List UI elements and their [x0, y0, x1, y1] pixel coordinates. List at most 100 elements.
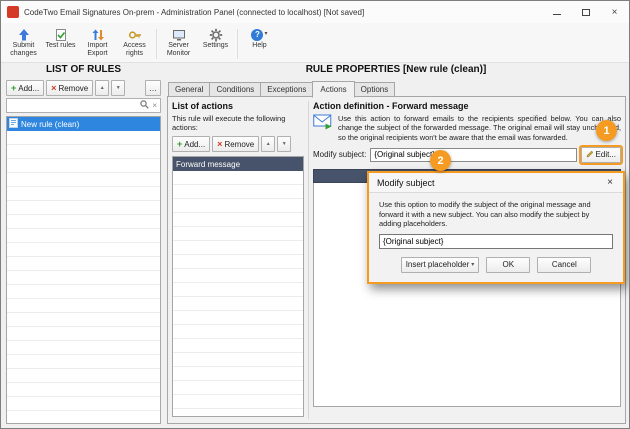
properties-tabs: General Conditions Exceptions Actions Op…: [168, 81, 394, 97]
remove-rule-button[interactable]: × Remove: [46, 80, 93, 96]
cancel-label: Cancel: [552, 260, 577, 269]
chevron-down-icon: ▾: [264, 31, 267, 39]
minimize-button[interactable]: [542, 1, 571, 23]
maximize-icon: [582, 9, 590, 16]
rules-search-box: ×: [6, 98, 161, 113]
toolbar-separator: [156, 29, 157, 59]
server-monitor-icon: [172, 27, 186, 42]
move-rule-up-button[interactable]: ▲: [95, 80, 109, 96]
toolbar-submit-changes[interactable]: Submit changes: [5, 25, 42, 57]
up-arrow-icon: ▲: [266, 141, 271, 147]
more-options-button[interactable]: …: [145, 80, 161, 96]
actions-list-panel: List of actions This rule will execute t…: [172, 101, 304, 152]
action-row-selected[interactable]: Forward message: [173, 157, 303, 171]
toolbar-label: Test rules: [46, 42, 76, 50]
toolbar-help[interactable]: ? ▾ Help: [241, 25, 278, 50]
dialog-description: Use this option to modify the subject of…: [379, 200, 613, 229]
properties-section-title: RULE PROPERTIES [New rule (clean)]: [166, 64, 626, 75]
add-action-button[interactable]: + Add...: [172, 136, 210, 152]
tab-options[interactable]: Options: [354, 82, 396, 97]
plus-icon: +: [11, 83, 16, 93]
dialog-title-bar[interactable]: Modify subject ×: [369, 173, 623, 193]
tab-conditions[interactable]: Conditions: [209, 82, 261, 97]
forward-envelope-icon: [313, 114, 333, 142]
action-name: Forward message: [176, 160, 240, 169]
remove-rule-label: Remove: [58, 84, 88, 93]
toolbar-settings[interactable]: Settings: [197, 25, 234, 50]
toolbar-label: Access rights: [116, 42, 153, 57]
step-2-badge: 2: [430, 150, 451, 171]
cancel-button[interactable]: Cancel: [537, 257, 591, 273]
toolbar-label: Settings: [203, 42, 228, 50]
modify-subject-value[interactable]: [370, 148, 576, 162]
dialog-close-button[interactable]: ×: [597, 173, 623, 192]
edit-subject-button[interactable]: Edit...: [581, 147, 621, 163]
cross-icon: ×: [217, 139, 222, 149]
modify-subject-dialog: Modify subject × Use this option to modi…: [367, 171, 625, 284]
subject-input[interactable]: [379, 234, 613, 249]
close-button[interactable]: ×: [600, 1, 629, 23]
search-input[interactable]: [10, 101, 137, 110]
window-controls: ×: [542, 1, 629, 23]
step-1-badge: 1: [596, 120, 617, 141]
title-bar[interactable]: CodeTwo Email Signatures On-prem - Admin…: [1, 1, 629, 23]
close-icon: ×: [612, 7, 618, 18]
rule-name: New rule (clean): [21, 120, 79, 129]
move-action-down-button[interactable]: ▼: [277, 136, 291, 152]
toolbar-label: Help: [252, 42, 266, 50]
down-arrow-icon: ▼: [282, 141, 287, 147]
add-rule-label: Add...: [18, 84, 39, 93]
import-export-icon: [91, 27, 105, 42]
close-icon: ×: [607, 177, 613, 188]
plus-icon: +: [177, 139, 182, 149]
test-rules-icon: [54, 27, 68, 42]
chevron-down-icon: ▾: [471, 261, 474, 268]
move-action-up-button[interactable]: ▲: [261, 136, 275, 152]
tab-exceptions[interactable]: Exceptions: [260, 82, 313, 97]
main-toolbar: Submit changes Test rules Import Export …: [1, 23, 629, 63]
insert-placeholder-button[interactable]: Insert placeholder ▾: [401, 257, 480, 273]
clear-search-icon[interactable]: ×: [152, 101, 157, 110]
add-action-label: Add...: [184, 140, 205, 149]
insert-placeholder-label: Insert placeholder: [406, 260, 470, 269]
actions-list-description: This rule will execute the following act…: [172, 114, 304, 132]
app-window: CodeTwo Email Signatures On-prem - Admin…: [0, 0, 630, 429]
action-definition-info: Use this action to forward emails to the…: [313, 114, 621, 142]
remove-action-label: Remove: [224, 140, 254, 149]
pencil-icon: [586, 150, 594, 160]
toolbar-label: Server Monitor: [160, 42, 197, 57]
add-rule-button[interactable]: + Add...: [6, 80, 44, 96]
dialog-buttons: Insert placeholder ▾ OK Cancel: [379, 257, 613, 273]
rules-list[interactable]: New rule (clean): [6, 116, 161, 424]
dialog-title: Modify subject: [377, 178, 435, 188]
panel-divider: [308, 101, 309, 419]
ok-button[interactable]: OK: [486, 257, 530, 273]
edit-subject-label: Edit...: [596, 150, 616, 159]
up-arrow-icon: ▲: [100, 85, 105, 91]
rule-icon: [9, 118, 18, 130]
rules-toolbar: + Add... × Remove ▲ ▼ …: [6, 80, 161, 96]
toolbar-import-export[interactable]: Import Export: [79, 25, 116, 57]
tab-general[interactable]: General: [168, 82, 210, 97]
tab-actions[interactable]: Actions: [312, 81, 354, 98]
modify-subject-row: Modify subject: Edit...: [313, 147, 621, 163]
modify-subject-label: Modify subject:: [313, 150, 366, 159]
minimize-icon: [553, 14, 561, 15]
toolbar-separator: [237, 29, 238, 59]
toolbar-label: Submit changes: [5, 42, 42, 57]
help-icon: ?: [251, 29, 263, 41]
move-rule-down-button[interactable]: ▼: [111, 80, 125, 96]
actions-list[interactable]: Forward message: [172, 156, 304, 417]
ok-label: OK: [503, 260, 515, 269]
maximize-button[interactable]: [571, 1, 600, 23]
action-definition-description: Use this action to forward emails to the…: [338, 114, 621, 142]
toolbar-test-rules[interactable]: Test rules: [42, 25, 79, 50]
toolbar-access-rights[interactable]: Access rights: [116, 25, 153, 57]
toolbar-server-monitor[interactable]: Server Monitor: [160, 25, 197, 57]
actions-toolbar: + Add... × Remove ▲ ▼: [172, 136, 304, 152]
action-definition-header: Action definition - Forward message: [313, 101, 621, 111]
dialog-body: Use this option to modify the subject of…: [369, 193, 623, 282]
rules-panel: + Add... × Remove ▲ ▼ … ×: [6, 80, 161, 113]
rule-row-selected[interactable]: New rule (clean): [7, 117, 160, 131]
remove-action-button[interactable]: × Remove: [212, 136, 259, 152]
